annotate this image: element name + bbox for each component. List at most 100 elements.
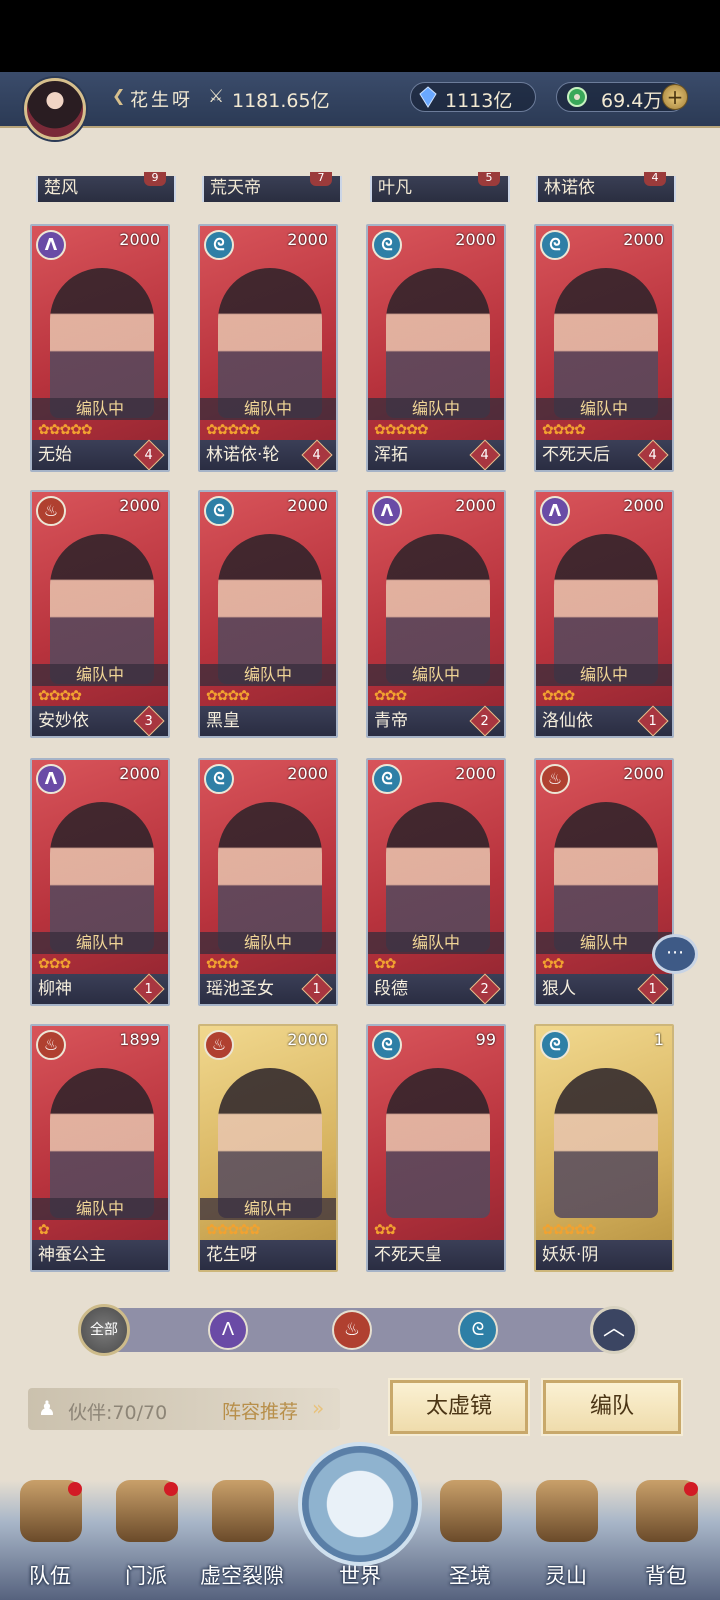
nav-item-label: 队伍: [29, 1564, 71, 1588]
hero-name: 狠人: [542, 979, 576, 999]
nav-item[interactable]: 队伍: [0, 1474, 100, 1600]
hero-name-bar: 神蚕公主: [32, 1240, 168, 1270]
hero-card[interactable]: ♨ 2000 编队中 ✿✿✿✿✿ 花生呀: [198, 1024, 338, 1272]
crystal-value: 1113亿: [445, 90, 513, 112]
in-team-label: 编队中: [368, 664, 504, 686]
hero-level: 2000: [623, 230, 664, 249]
hero-portrait: [218, 802, 322, 952]
player-name: 花生呀: [130, 90, 193, 111]
in-team-label: 编队中: [368, 932, 504, 954]
hero-name: 安妙依: [38, 711, 89, 731]
star-rating: ✿✿✿: [206, 956, 239, 972]
hero-level: 2000: [119, 496, 160, 515]
hero-level: 2000: [119, 764, 160, 783]
hero-name: 林诺依·轮: [206, 445, 280, 465]
nav-item-icon: [212, 1480, 274, 1542]
hero-card[interactable]: ᐱ 2000 编队中 ✿✿✿ 洛仙依 1: [534, 490, 674, 738]
hero-portrait: [554, 268, 658, 418]
water-element-icon: ᘓ: [540, 230, 570, 260]
star-rating: ✿✿✿✿: [206, 688, 250, 704]
hero-portrait: [50, 268, 154, 418]
hero-card[interactable]: ᘓ 2000 编队中 ✿✿✿✿ 不死天后 4: [534, 224, 674, 472]
in-team-label: 编队中: [32, 398, 168, 420]
hero-card[interactable]: ᘓ 2000 编队中 ✿✿ 段德 2: [366, 758, 506, 1006]
hero-portrait: [554, 802, 658, 952]
collapse-up-icon[interactable]: ︿: [590, 1306, 638, 1354]
hero-level: 2000: [623, 764, 664, 783]
in-team-label: 编队中: [200, 398, 336, 420]
hero-card[interactable]: ᐱ 2000 编队中 ✿✿✿ 柳神 1: [30, 758, 170, 1006]
add-jade-button[interactable]: +: [662, 84, 688, 110]
power-value: 1181.65亿: [232, 90, 330, 112]
star-rating: ✿✿✿: [374, 688, 407, 704]
hero-card[interactable]: ᘓ 2000 编队中 ✿✿✿✿ 黑皇: [198, 490, 338, 738]
hero-name: 段德: [374, 979, 408, 999]
hero-card[interactable]: ᘓ 2000 编队中 ✿✿✿✿✿ 浑拓 4: [366, 224, 506, 472]
star-rating: ✿✿✿✿: [38, 688, 82, 704]
rank-number: 1: [648, 981, 657, 997]
hero-name: 林诺依: [544, 178, 595, 198]
star-rating: ✿✿: [374, 956, 396, 972]
notification-dot: [684, 1482, 698, 1496]
hero-card[interactable]: ᐱ 2000 编队中 ✿✿✿ 青帝 2: [366, 490, 506, 738]
hero-card[interactable]: ♨ 2000 编队中 ✿✿✿✿ 安妙依 3: [30, 490, 170, 738]
in-team-label: 编队中: [32, 1198, 168, 1220]
hero-card-partial[interactable]: 荒天帝 7: [202, 172, 342, 202]
star-rating: ✿✿✿✿✿: [206, 1222, 261, 1238]
fire-element-icon: ♨: [36, 1030, 66, 1060]
rank-number: 2: [480, 981, 489, 997]
water-element-icon: ᘓ: [204, 496, 234, 526]
filter-all-button[interactable]: 全部: [78, 1304, 130, 1356]
player-avatar[interactable]: [24, 78, 86, 140]
star-rating: ✿✿✿✿✿: [542, 1222, 597, 1238]
wind-element-icon: ᐱ: [540, 496, 570, 526]
hero-level: 1: [653, 1030, 664, 1049]
nav-item[interactable]: 灵山: [516, 1474, 616, 1600]
notification-dot: [164, 1482, 178, 1496]
hero-portrait: [386, 1068, 490, 1218]
star-rating: ✿: [38, 1222, 50, 1238]
hero-level: 2000: [287, 230, 328, 249]
hero-card-partial[interactable]: 叶凡 5: [370, 172, 510, 202]
star-rating: ✿✿✿✿✿: [38, 422, 93, 438]
in-team-label: 编队中: [200, 664, 336, 686]
filter-fire-icon[interactable]: ♨: [332, 1310, 372, 1350]
world-orb-icon[interactable]: [298, 1442, 422, 1566]
nav-item-label: 虚空裂隙: [200, 1564, 284, 1588]
hero-card[interactable]: ᘓ 2000 编队中 ✿✿✿✿✿ 林诺依·轮 4: [198, 224, 338, 472]
hero-name: 不死天后: [542, 445, 610, 465]
hero-card[interactable]: ᘓ 99 ✿✿ 不死天皇: [366, 1024, 506, 1272]
hero-portrait: [386, 802, 490, 952]
star-rating: ✿✿✿: [542, 688, 575, 704]
nav-item[interactable]: 圣境: [420, 1474, 520, 1600]
filter-water-icon[interactable]: ᘓ: [458, 1310, 498, 1350]
hero-card[interactable]: ᐱ 2000 编队中 ✿✿✿✿✿ 无始 4: [30, 224, 170, 472]
nav-item[interactable]: 虚空裂隙: [192, 1474, 292, 1600]
formation-button[interactable]: 编队: [541, 1378, 683, 1436]
hero-card-partial[interactable]: 林诺依 4: [536, 172, 676, 202]
hero-card-partial[interactable]: 楚风 9: [36, 172, 176, 202]
hero-level: 2000: [287, 496, 328, 515]
taixu-mirror-button[interactable]: 太虚镜: [388, 1378, 530, 1436]
chevron-right-icon: »: [312, 1396, 325, 1420]
hero-card[interactable]: ᘓ 1 ✿✿✿✿✿ 妖妖·阴: [534, 1024, 674, 1272]
nav-item[interactable]: 门派: [96, 1474, 196, 1600]
hero-name-bar: 花生呀: [200, 1240, 336, 1270]
hero-name: 黑皇: [206, 711, 240, 731]
hero-card[interactable]: ♨ 1899 编队中 ✿ 神蚕公主: [30, 1024, 170, 1272]
in-team-label: 编队中: [200, 932, 336, 954]
hero-name-bar: 黑皇: [200, 706, 336, 736]
lineup-recommend-link[interactable]: 阵容推荐: [222, 1397, 298, 1424]
hero-name: 瑶池圣女: [206, 979, 274, 999]
water-element-icon: ᘓ: [372, 230, 402, 260]
rank-badge: 5: [478, 172, 500, 186]
hero-card[interactable]: ♨ 2000 编队中 ✿✿ 狠人 1: [534, 758, 674, 1006]
hero-name-bar: 妖妖·阴: [536, 1240, 672, 1270]
chat-bubble-icon[interactable]: ⋯: [652, 934, 698, 974]
hero-name-bar: 不死天皇: [368, 1240, 504, 1270]
star-rating: ✿✿✿✿✿: [374, 422, 429, 438]
nav-item[interactable]: 背包: [616, 1474, 716, 1600]
filter-wind-icon[interactable]: ᐱ: [208, 1310, 248, 1350]
hero-card[interactable]: ᘓ 2000 编队中 ✿✿✿ 瑶池圣女 1: [198, 758, 338, 1006]
partner-count: 伙伴:70/70: [68, 1402, 168, 1424]
